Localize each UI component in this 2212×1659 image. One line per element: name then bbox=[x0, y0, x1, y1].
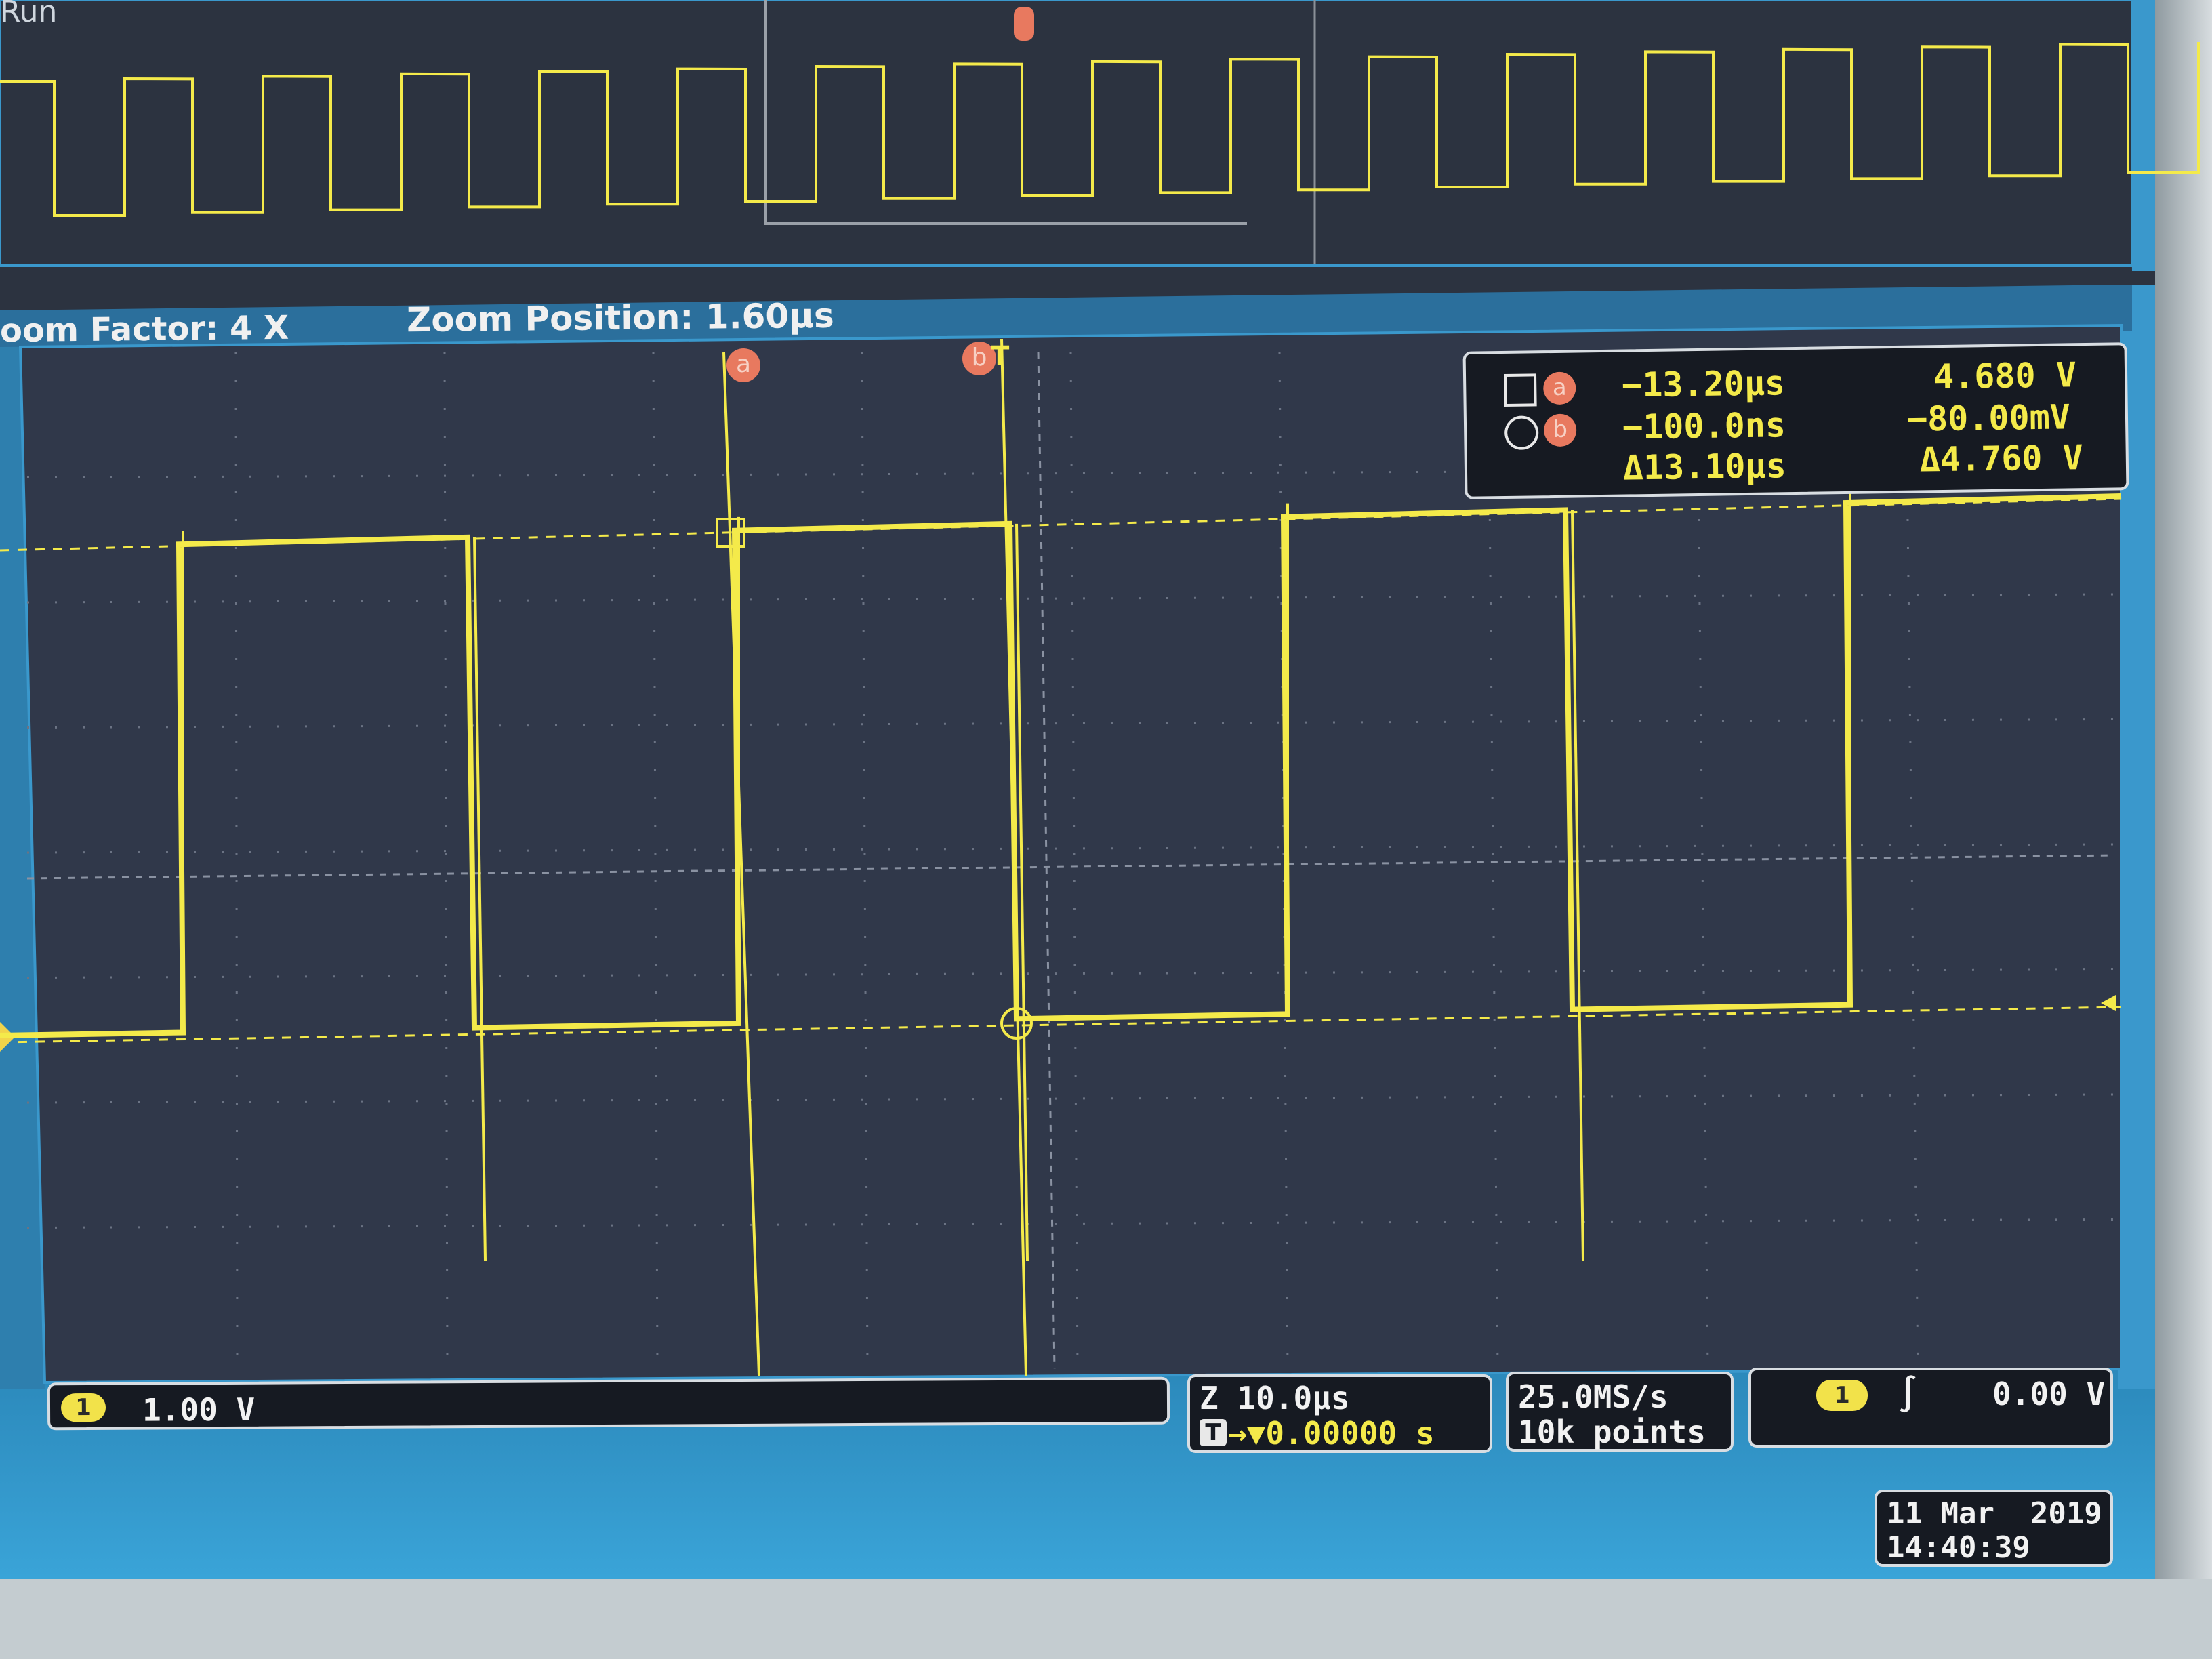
trigger-marker[interactable]: T bbox=[991, 343, 1009, 370]
cursor-a-badge: a bbox=[1542, 371, 1576, 405]
trigger-source-badge: 1 bbox=[1816, 1380, 1868, 1411]
zoom-position: Zoom Position: 1.60µs bbox=[406, 295, 834, 340]
zoom-factor: oom Factor: 4 X bbox=[0, 308, 289, 350]
channel1-badge: 1 bbox=[60, 1393, 106, 1422]
trigger-position-icon: T bbox=[1200, 1419, 1227, 1446]
zoom-timebase: Z 10.0µs bbox=[1200, 1380, 1350, 1416]
delta-voltage: Δ4.760 V bbox=[1919, 438, 2084, 480]
datetime-panel: 11 Mar 2019 14:40:39 bbox=[1875, 1490, 2113, 1567]
sample-rate: 25.0MS/s bbox=[1518, 1378, 1668, 1415]
cursor-b-badge: b bbox=[1543, 413, 1577, 447]
channel1-scale-panel[interactable]: 1 1.00 V bbox=[47, 1376, 1170, 1431]
overview-trigger-marker bbox=[1014, 7, 1034, 41]
timebase-panel[interactable]: Z 10.0µs T →▼0.00000 s bbox=[1187, 1374, 1492, 1453]
rising-edge-icon: ∫ bbox=[1898, 1374, 1919, 1414]
cursor-b-voltage: −80.00mV bbox=[1906, 397, 2071, 439]
time: 14:40:39 bbox=[1887, 1530, 2030, 1565]
bezel-right bbox=[2155, 0, 2212, 1659]
overview-panel bbox=[0, 0, 2133, 267]
cursor-a-marker[interactable]: a bbox=[726, 348, 760, 382]
record-length: 10k points bbox=[1518, 1414, 1706, 1450]
run-status: Run bbox=[0, 0, 58, 29]
trigger-level: 0.00 V bbox=[1992, 1376, 2106, 1412]
cursor-b-circle-icon bbox=[1504, 415, 1539, 451]
date: 11 Mar 2019 bbox=[1887, 1496, 2102, 1531]
bezel-bottom bbox=[0, 1579, 2212, 1659]
cursor-a-time: −13.20µs bbox=[1621, 363, 1786, 405]
delta-time: Δ13.10µs bbox=[1622, 446, 1787, 488]
trigger-position: →▼0.00000 s bbox=[1228, 1415, 1435, 1452]
channel1-scale: 1.00 V bbox=[142, 1391, 255, 1429]
cursor-readout-panel: a b −13.20µs 4.680 V −100.0ns −80.00mV Δ… bbox=[1462, 342, 2129, 499]
cursor-b-time: −100.0ns bbox=[1622, 405, 1786, 447]
oscilloscope-display: Run oom Factor: 4 X Zoom Position: 1.60µ… bbox=[0, 0, 2212, 1659]
cursor-a-voltage: 4.680 V bbox=[1933, 355, 2077, 397]
cursor-a-square-icon bbox=[1503, 373, 1537, 407]
acquisition-panel[interactable]: 25.0MS/s 10k points bbox=[1506, 1372, 1734, 1452]
trigger-panel[interactable]: 1 ∫ 0.00 V bbox=[1748, 1368, 2113, 1448]
